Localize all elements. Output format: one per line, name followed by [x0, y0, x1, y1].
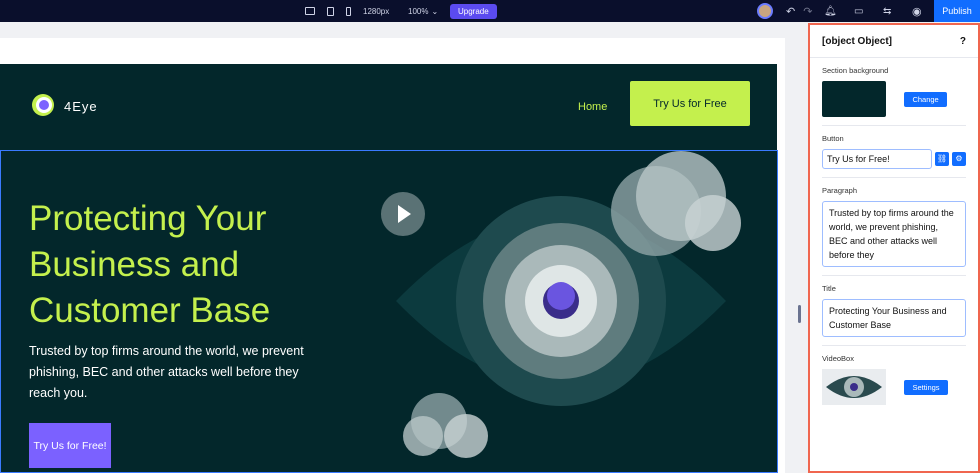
chevron-down-icon: ⌄ — [431, 6, 439, 16]
change-button[interactable]: Change — [904, 91, 947, 107]
mobile-icon[interactable] — [346, 6, 351, 16]
brand-name: 4Eye — [64, 99, 98, 114]
videobox-label: VideoBox — [822, 354, 854, 363]
resize-handle[interactable] — [798, 305, 801, 323]
nav-home[interactable]: Home — [578, 101, 607, 113]
eye-illustration — [396, 151, 741, 458]
zoom-dropdown[interactable]: 100% — [408, 7, 428, 16]
hero-cta-button[interactable]: Try Us for Free! — [29, 423, 111, 468]
logo-icon — [32, 94, 54, 116]
publish-button[interactable]: Publish — [934, 0, 980, 22]
help-icon[interactable]: ? — [960, 36, 966, 47]
preview-eye-icon[interactable]: ◉ — [912, 0, 922, 22]
button-text-input[interactable]: Try Us for Free! — [822, 149, 932, 169]
paragraph-label: Paragraph — [822, 186, 858, 195]
link-icon[interactable]: ⛓ — [935, 152, 949, 166]
desktop-icon[interactable] — [305, 7, 315, 15]
undo-icon[interactable]: ↶ — [786, 5, 795, 18]
video-thumbnail[interactable] — [822, 369, 886, 405]
width-label: 1280px — [363, 6, 390, 16]
edit-content-panel: [object Object]? Section background Chan… — [808, 23, 980, 473]
background-swatch[interactable] — [822, 81, 886, 117]
top-toolbar: 1280px 100% ⌄ Upgrade ↶ ↷ 🔔︎ ▭ ⇆ ◉ Publish — [0, 0, 980, 22]
hero-section[interactable]: Protecting Your Business and Customer Ba… — [0, 150, 778, 473]
header-cta-button[interactable]: Try Us for Free — [630, 81, 750, 126]
redo-icon[interactable]: ↷ — [803, 5, 812, 18]
play-button[interactable] — [381, 192, 425, 236]
avatar[interactable] — [757, 3, 773, 19]
sliders-icon[interactable]: ⇆ — [883, 0, 891, 22]
title-label: Title — [822, 284, 836, 293]
tablet-icon[interactable] — [327, 6, 334, 16]
site-header: 4Eye Home Try Us for Free — [0, 64, 777, 150]
site-preview: 4Eye Home Try Us for Free Protecting You… — [0, 64, 778, 473]
gear-icon[interactable]: ⚙ — [952, 152, 966, 166]
comment-icon[interactable]: ▭ — [854, 0, 863, 22]
title-textarea[interactable]: Protecting Your Business and Customer Ba… — [822, 299, 966, 337]
bell-icon[interactable]: 🔔︎ — [824, 0, 837, 22]
hero-title: Protecting Your Business and Customer Ba… — [29, 199, 271, 330]
hero-paragraph: Trusted by top firms around the world, w… — [29, 344, 304, 400]
upgrade-button[interactable]: Upgrade — [450, 3, 497, 19]
settings-button[interactable]: Settings — [904, 379, 948, 395]
button-label: Button — [822, 134, 844, 143]
paragraph-textarea[interactable]: Trusted by top firms around the world, w… — [822, 201, 966, 267]
section-background-label: Section background — [822, 66, 889, 75]
panel-title: [object Object] — [822, 35, 893, 47]
